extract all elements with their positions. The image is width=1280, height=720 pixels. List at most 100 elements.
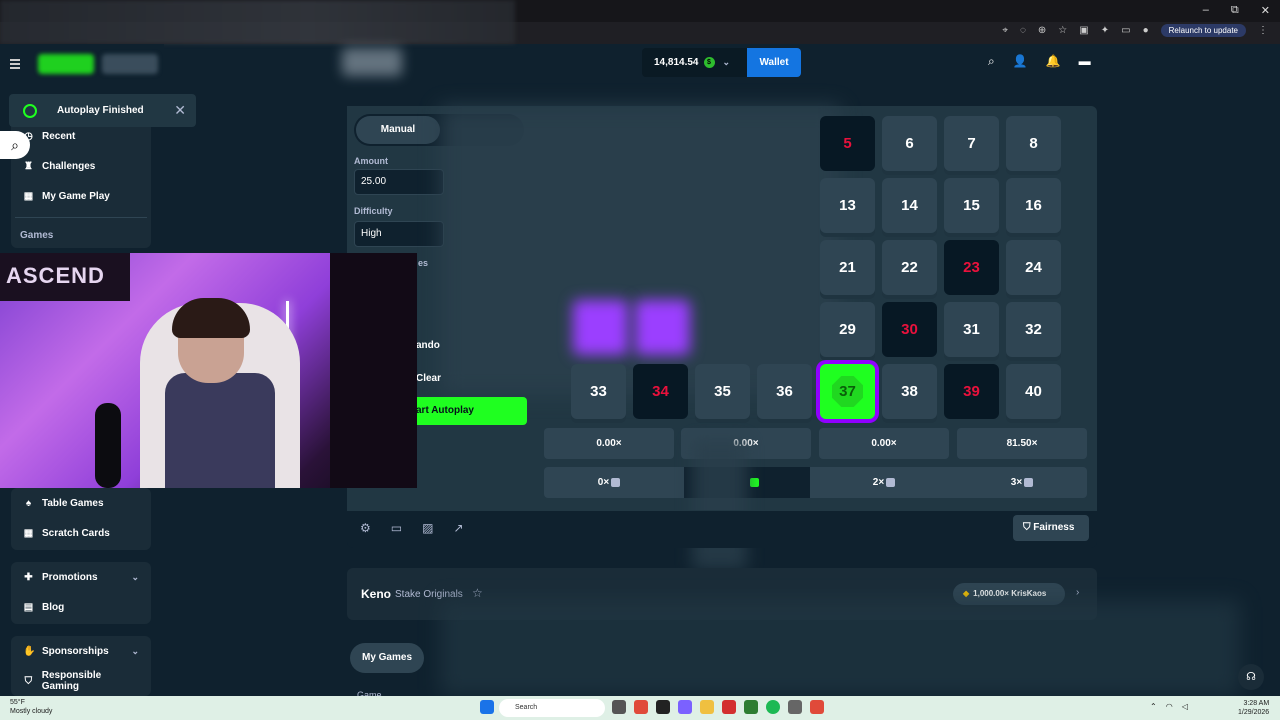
search-icon[interactable]: ⌕ (988, 54, 995, 69)
app-icon[interactable] (722, 700, 736, 714)
wall-banner: ASCEND (0, 253, 130, 301)
keno-tile[interactable]: 14 (882, 178, 937, 233)
chrome-icon[interactable] (810, 700, 824, 714)
keno-tile[interactable]: 32 (1006, 302, 1061, 357)
relaunch-button[interactable]: Relaunch to update (1160, 24, 1246, 37)
wallet-button[interactable]: Wallet (747, 48, 801, 77)
keno-tile[interactable]: 40 (1006, 364, 1061, 419)
clock[interactable]: 3:28 AM 1/29/2026 (1238, 699, 1269, 717)
favorite-star-icon[interactable]: ☆ (472, 586, 483, 600)
minimize-button[interactable]: – (1203, 4, 1209, 17)
keno-tile[interactable]: 30 (882, 302, 937, 357)
random-pick-button[interactable]: ando (416, 340, 440, 351)
tab-manual[interactable]: Manual (356, 116, 440, 144)
chevron-up-icon[interactable]: ⌃ (1150, 702, 1157, 711)
puzzle-icon[interactable]: ✦ (1101, 25, 1109, 36)
bell-icon[interactable]: 🔔 (1046, 54, 1061, 69)
sidebar-item-label: Recent (42, 130, 76, 142)
payout-cell: 0.00× (819, 428, 949, 459)
keno-tile[interactable]: 29 (820, 302, 875, 357)
casino-toggle[interactable] (38, 54, 94, 74)
game-subtitle[interactable]: Stake Originals (395, 589, 463, 600)
tab-my-games[interactable]: My Games (350, 643, 424, 673)
keno-tile[interactable]: 13 (820, 178, 875, 233)
magnifier-icon[interactable]: ⌕ (0, 131, 30, 159)
keno-tile[interactable]: 35 (695, 364, 750, 419)
app-icon[interactable] (678, 700, 692, 714)
bookmark-star-icon[interactable]: ☆ (1058, 25, 1067, 36)
stats-icon[interactable]: ▨ (422, 521, 433, 535)
start-autoplay-button[interactable]: art Autoplay (410, 397, 527, 425)
sidebar-item-challenges[interactable]: ♜ Challenges (11, 151, 151, 181)
keno-tile[interactable]: 8 (1006, 116, 1061, 171)
chat-icon[interactable]: ▬ (1079, 54, 1091, 69)
chrome-icon[interactable] (634, 700, 648, 714)
keno-tile[interactable]: 7 (944, 116, 999, 171)
sidebar-item-promotions[interactable]: ✚ Promotions ⌄ (11, 562, 151, 592)
balance-display[interactable]: 14,814.54 $ ⌄ (642, 48, 747, 77)
keno-tile[interactable]: 22 (882, 240, 937, 295)
sidepanel-icon[interactable]: ▭ (1121, 25, 1130, 36)
keno-tile[interactable]: 6 (882, 116, 937, 171)
terminal-icon[interactable] (656, 700, 670, 714)
keno-tile[interactable]: 31 (944, 302, 999, 357)
extension-icon[interactable]: ▣ (1079, 25, 1088, 36)
keno-tile[interactable]: 34 (633, 364, 688, 419)
profile-avatar[interactable]: ● (1143, 25, 1149, 36)
keno-tile[interactable]: 16 (1006, 178, 1061, 233)
clear-table-button[interactable]: Clear (416, 373, 441, 384)
keno-tile[interactable]: 36 (757, 364, 812, 419)
keno-tile[interactable]: 38 (882, 364, 937, 419)
folder-icon[interactable] (700, 700, 714, 714)
popout-icon[interactable]: ↗ (453, 521, 463, 535)
maximize-button[interactable]: ⧉ (1231, 4, 1239, 17)
sidebar-item-sponsorships[interactable]: ✋ Sponsorships ⌄ (11, 636, 151, 666)
hamburger-icon[interactable] (10, 63, 20, 65)
zoom-icon[interactable]: ⊕ (1038, 25, 1046, 36)
keno-tile[interactable]: 33 (571, 364, 626, 419)
settings-icon[interactable]: ⚙ (360, 521, 371, 535)
amount-input[interactable]: 25.00 (354, 169, 444, 195)
app-icon[interactable] (788, 700, 802, 714)
close-window-button[interactable]: ✕ (1261, 4, 1270, 17)
sidebar-item-scratch-cards[interactable]: ▦ Scratch Cards (11, 518, 151, 548)
keno-tile[interactable]: 21 (820, 240, 875, 295)
gem-icon (1024, 477, 1034, 487)
theatre-mode-icon[interactable]: ▭ (391, 521, 402, 535)
windows-start-icon[interactable] (480, 700, 494, 714)
sports-toggle[interactable] (102, 54, 158, 74)
keno-tile[interactable]: 23 (944, 240, 999, 295)
app-icon[interactable] (612, 700, 626, 714)
microphone (95, 403, 121, 488)
difficulty-select[interactable]: High (354, 221, 444, 247)
sidebar-item-responsible-gaming[interactable]: ⛉ Responsible Gaming (11, 666, 151, 696)
keno-tile[interactable]: 5 (820, 116, 875, 171)
location-icon[interactable]: ⌖ (1002, 25, 1008, 36)
support-headset-icon[interactable]: ☊ (1238, 664, 1264, 690)
keno-tile[interactable]: 24 (1006, 240, 1061, 295)
clock-date: 1/29/2026 (1238, 709, 1270, 716)
fairness-button[interactable]: ⛉ Fairness (1013, 515, 1089, 541)
keno-tile[interactable]: 39 (944, 364, 999, 419)
record-user: KrisKaos (1011, 589, 1047, 598)
keno-tile[interactable]: 15 (944, 178, 999, 233)
sidebar-item-my-game-play[interactable]: ▦ My Game Play (11, 181, 151, 211)
close-icon[interactable]: ✕ (174, 102, 186, 119)
shield-icon: ⛉ (24, 675, 33, 687)
spotify-icon[interactable] (766, 700, 780, 714)
taskbar-search[interactable]: Search (499, 699, 605, 717)
weather-widget[interactable]: 55°F Mostly cloudy (10, 698, 52, 716)
wifi-icon[interactable]: ◠ (1166, 702, 1173, 711)
hit-label: 2× (872, 477, 885, 488)
keno-tile[interactable]: 37 (820, 364, 875, 419)
chrome-icon[interactable] (744, 700, 758, 714)
eye-off-icon[interactable]: ◌ (1020, 25, 1026, 36)
sidebar-item-blog[interactable]: ▤ Blog (11, 592, 151, 622)
user-icon[interactable]: 👤 (1013, 54, 1028, 69)
chevron-right-icon[interactable]: › (1076, 587, 1079, 598)
menu-dots-icon[interactable]: ⋮ (1258, 25, 1268, 36)
volume-icon[interactable]: ◁ (1182, 702, 1188, 711)
sidebar-item-table-games[interactable]: ♠ Table Games (11, 488, 151, 518)
logo[interactable] (342, 48, 402, 76)
streamer-vest (165, 373, 275, 488)
